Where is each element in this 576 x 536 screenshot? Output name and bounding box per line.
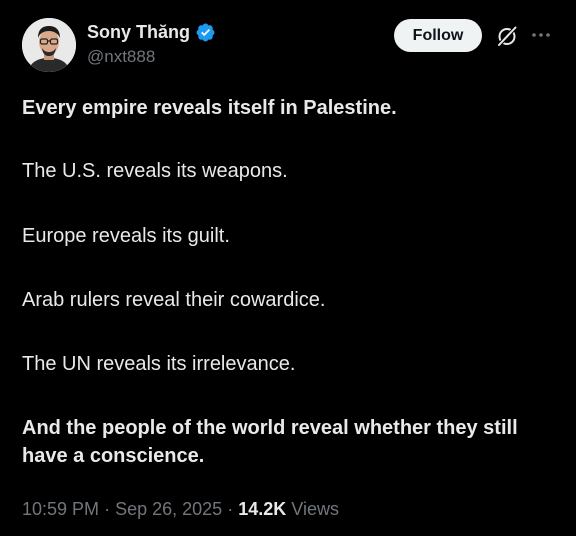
- tweet-paragraph: The UN reveals its irrelevance.: [22, 353, 296, 375]
- display-name[interactable]: Sony Thăng: [87, 22, 190, 43]
- more-dots-icon[interactable]: [530, 26, 552, 44]
- user-handle[interactable]: @nxt888: [87, 47, 216, 67]
- tweet-time[interactable]: 10:59 PM: [22, 499, 99, 519]
- meta-separator: ·: [104, 499, 111, 519]
- tweet-paragraph: Europe reveals its guilt.: [22, 225, 230, 247]
- tweet-meta: 10:59 PM · Sep 26, 2025 · 14.2K Views: [22, 499, 339, 520]
- user-info: Sony Thăng @nxt888: [87, 20, 216, 67]
- meta-separator: ·: [227, 499, 234, 519]
- name-row: Sony Thăng: [87, 20, 216, 44]
- follow-button[interactable]: Follow: [394, 19, 482, 52]
- tweet-container: Sony Thăng @nxt888 Follow Every empire r…: [0, 0, 576, 536]
- tweet-header: Sony Thăng @nxt888 Follow: [22, 18, 554, 74]
- tweet-paragraph: And the people of the world reveal wheth…: [22, 417, 518, 467]
- tweet-paragraph: Arab rulers reveal their cowardice.: [22, 289, 326, 311]
- grok-icon[interactable]: [495, 24, 519, 48]
- avatar-image: [22, 18, 76, 72]
- views-count[interactable]: 14.2K: [238, 499, 286, 519]
- tweet-paragraph: Every empire reveals itself in Palestine…: [22, 97, 397, 119]
- verified-badge-icon: [195, 22, 216, 43]
- tweet-paragraph: The U.S. reveals its weapons.: [22, 160, 288, 182]
- avatar[interactable]: [22, 18, 76, 72]
- tweet-date[interactable]: Sep 26, 2025: [115, 499, 222, 519]
- views-label: Views: [291, 499, 339, 519]
